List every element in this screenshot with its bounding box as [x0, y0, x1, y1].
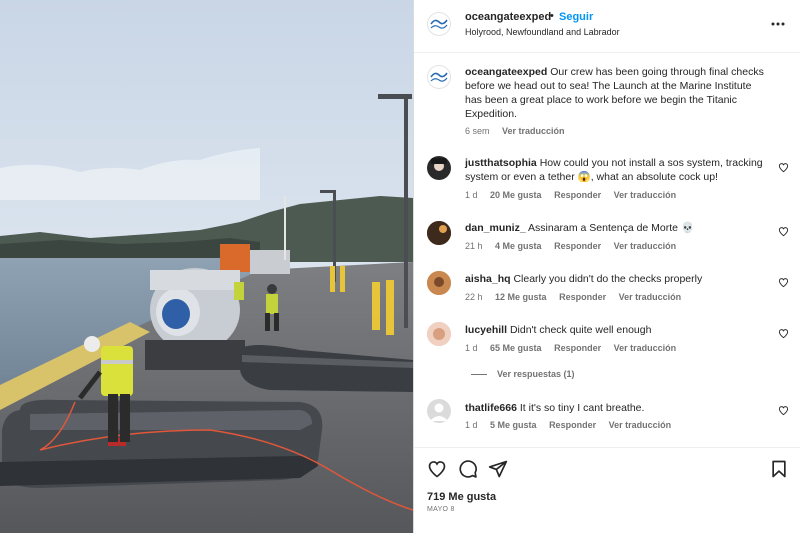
comment-body: It it's so tiny I cant breathe.: [519, 402, 645, 414]
comment-meta: 1 d 5 Me gusta Responder Ver traducción: [465, 420, 681, 430]
header-separator: •: [550, 10, 554, 22]
avatar-photo: [427, 271, 451, 295]
caption-username[interactable]: oceangateexped: [465, 66, 547, 78]
heart-icon[interactable]: [778, 328, 789, 339]
comment-avatar[interactable]: [427, 221, 451, 245]
like-heart-icon[interactable]: [427, 459, 447, 479]
comment-avatar[interactable]: [427, 271, 451, 295]
comment-likes[interactable]: 65 Me gusta: [490, 343, 542, 353]
photo-image: [0, 0, 413, 533]
translate-button[interactable]: Ver traducción: [619, 292, 682, 302]
translate-button[interactable]: Ver traducción: [609, 420, 672, 430]
reply-button[interactable]: Responder: [554, 241, 601, 251]
comments-section[interactable]: oceangateexped Our crew has been going t…: [414, 53, 800, 447]
comment-meta: 21 h 4 Me gusta Responder Ver traducción: [465, 241, 686, 251]
comment-avatar[interactable]: [427, 156, 451, 180]
comment-body: Assinaram a Sentença de Morte 💀: [528, 222, 695, 234]
more-icon[interactable]: [770, 16, 786, 32]
follow-button[interactable]: Seguir: [559, 11, 593, 23]
comment-likes[interactable]: 12 Me gusta: [495, 292, 547, 302]
comment-likes[interactable]: 20 Me gusta: [490, 190, 542, 200]
post-photo[interactable]: [0, 0, 413, 533]
heart-icon[interactable]: [778, 405, 789, 416]
reply-button[interactable]: Responder: [559, 292, 606, 302]
post-header: oceangateexped • Seguir Holyrood, Newfou…: [414, 0, 800, 53]
comment-avatar[interactable]: [427, 399, 451, 423]
avatar-photo: [427, 221, 451, 245]
comment-text: thatlife666 It it's so tiny I cant breat…: [465, 401, 765, 415]
translate-button[interactable]: Ver traducción: [614, 241, 677, 251]
comment-text: justthatsophia How could you not install…: [465, 156, 765, 184]
comment-icon[interactable]: [458, 459, 478, 479]
comment-username[interactable]: lucyehill: [465, 324, 507, 336]
likes-count[interactable]: 719 Me gusta: [427, 491, 496, 503]
comment-text: dan_muniz_ Assinaram a Sentença de Morte…: [465, 221, 765, 235]
comment-meta: 1 d 65 Me gusta Responder Ver traducción: [465, 343, 686, 353]
comment-username[interactable]: aisha_hq: [465, 273, 511, 285]
reply-button[interactable]: Responder: [549, 420, 596, 430]
bookmark-icon[interactable]: [769, 459, 789, 479]
share-icon[interactable]: [488, 459, 508, 479]
oceangate-logo-icon: [430, 19, 448, 29]
caption-avatar[interactable]: [427, 65, 451, 89]
comment-username[interactable]: justthatsophia: [465, 157, 537, 169]
heart-icon[interactable]: [778, 162, 789, 173]
avatar-photo: [431, 158, 447, 171]
comment-username[interactable]: thatlife666: [465, 402, 517, 414]
comment-meta: 22 h 12 Me gusta Responder Ver traducció…: [465, 292, 691, 302]
comment-time[interactable]: 1 d: [465, 190, 478, 200]
caption-time[interactable]: 6 sem: [465, 126, 490, 136]
view-replies-label: Ver respuestas (1): [497, 369, 575, 379]
caption-meta: 6 sem Ver traducción: [465, 126, 575, 136]
comment-text: lucyehill Didn't check quite well enough: [465, 323, 765, 337]
translate-button[interactable]: Ver traducción: [614, 190, 677, 200]
comment-time[interactable]: 1 d: [465, 420, 478, 430]
post-date[interactable]: MAYO 8: [427, 506, 455, 513]
comment-time[interactable]: 21 h: [465, 241, 483, 251]
caption-text: oceangateexped Our crew has been going t…: [465, 65, 765, 121]
post-location[interactable]: Holyrood, Newfoundland and Labrador: [465, 27, 620, 37]
account-avatar[interactable]: [427, 12, 451, 36]
avatar-photo: [427, 322, 451, 346]
comment-body: Clearly you didn't do the checks properl…: [513, 273, 703, 285]
oceangate-logo-icon: [430, 72, 448, 82]
comment-likes[interactable]: 4 Me gusta: [495, 241, 542, 251]
reply-button[interactable]: Responder: [554, 190, 601, 200]
comment-text: aisha_hq Clearly you didn't do the check…: [465, 272, 765, 286]
comment-likes[interactable]: 5 Me gusta: [490, 420, 537, 430]
comment-meta: 1 d 20 Me gusta Responder Ver traducción: [465, 190, 686, 200]
translate-button[interactable]: Ver traducción: [614, 343, 677, 353]
heart-icon[interactable]: [778, 226, 789, 237]
comment-avatar[interactable]: [427, 322, 451, 346]
comment-body: Didn't check quite well enough: [509, 324, 652, 336]
comment-time[interactable]: 1 d: [465, 343, 478, 353]
reply-button[interactable]: Responder: [554, 343, 601, 353]
default-avatar-icon: [430, 403, 448, 421]
heart-icon[interactable]: [778, 277, 789, 288]
comment-time[interactable]: 22 h: [465, 292, 483, 302]
view-replies-button[interactable]: Ver respuestas (1): [471, 369, 575, 379]
comment-username[interactable]: dan_muniz_: [465, 222, 526, 234]
post-panel: oceangateexped • Seguir Holyrood, Newfou…: [413, 0, 800, 533]
post-actions: 719 Me gusta MAYO 8: [414, 447, 800, 534]
caption-translate-button[interactable]: Ver traducción: [502, 126, 565, 136]
post-username[interactable]: oceangateexped: [465, 11, 551, 23]
replies-divider: [471, 374, 487, 376]
